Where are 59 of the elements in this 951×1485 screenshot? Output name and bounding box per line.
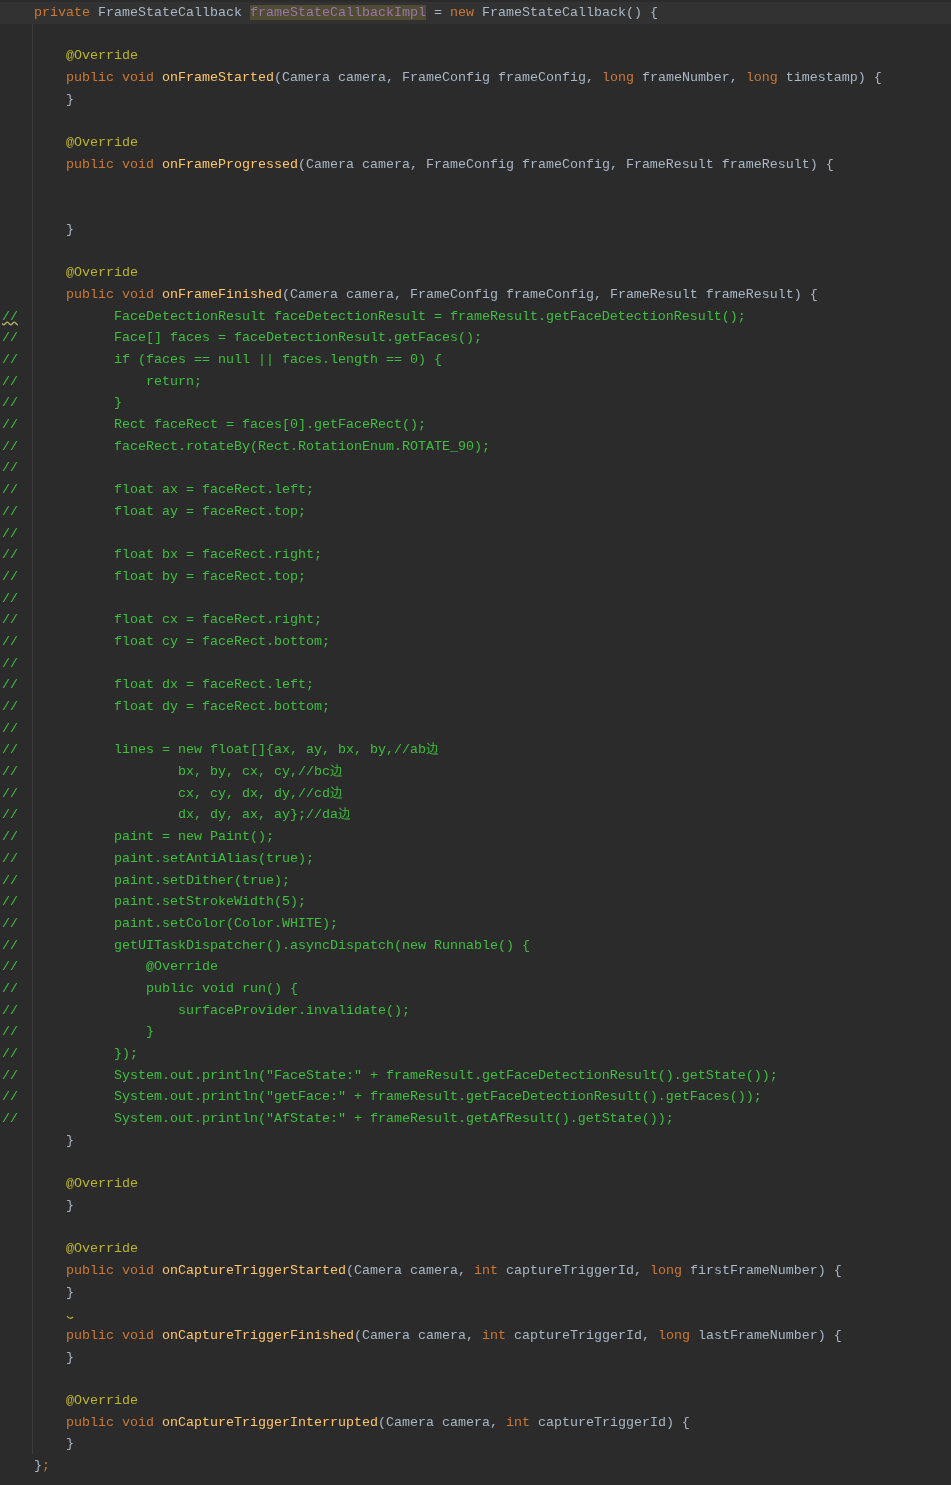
comment-line: // lines = new float[]{ax, ay, bx, by,//ab边 — [1, 741, 440, 760]
code-line: public void onCaptureTriggerFinished(Camera camera, int captureTriggerId, long lastFrameNumber) { — [65, 1326, 843, 1345]
code-line: @Override — [65, 47, 139, 66]
comment-line: // paint.setStrokeWidth(5); — [1, 893, 307, 912]
comment-line: // } — [1, 394, 123, 413]
comment-line: // Face[] faces = faceDetectionResult.getFaces(); — [1, 329, 483, 348]
comment-line: // System.out.println("getFace:" + frameResult.getFaceDetectionResult().getFaces()); — [1, 1088, 763, 1107]
code-line: } — [65, 1348, 75, 1367]
code-line: public void onFrameFinished(Camera camera, FrameConfig frameConfig, FrameResult frameResult) { — [65, 285, 819, 304]
code-line: @Override — [65, 1392, 139, 1410]
comment-line: // FaceDetectionResult faceDetectionResult = frameResult.getFaceDetectionResult(); — [1, 307, 747, 326]
fold-marker-icon — [66, 1315, 74, 1321]
code-line: } — [65, 90, 75, 109]
comment-line: // float ay = faceRect.top; — [1, 502, 307, 521]
comment-line: // float cx = faceRect.right; — [1, 611, 323, 630]
code-line: public void onCaptureTriggerStarted(Camera camera, int captureTriggerId, long firstFrameNumber) { — [65, 1261, 843, 1280]
code-line: }; — [33, 1457, 51, 1476]
comment-line: // }); — [1, 1045, 139, 1063]
comment-line: // float cy = faceRect.bottom; — [1, 632, 331, 651]
comment-line: // faceRect.rotateBy(Rect.RotationEnum.ROTATE_90); — [1, 437, 491, 456]
code-line: @Override — [65, 1240, 139, 1259]
code-line: public void onFrameProgressed(Camera camera, FrameConfig frameConfig, FrameResult frameResult) { — [65, 155, 835, 174]
comment-line: // float bx = faceRect.right; — [1, 546, 323, 565]
code-line: } — [65, 1196, 75, 1215]
comment-line: // — [1, 589, 19, 608]
comment-line: // } — [1, 1023, 155, 1042]
comment-line: // dx, dy, ax, ay};//da边 — [1, 806, 352, 825]
code-line: @Override — [65, 264, 139, 283]
comment-line: // float dy = faceRect.bottom; — [1, 698, 331, 716]
comment-line: // return; — [1, 372, 203, 391]
code-line: @Override — [65, 1175, 139, 1194]
comment-line: // getUITaskDispatcher().asyncDispatch(new Runnable() { — [1, 936, 531, 955]
comment-line: // — [1, 719, 19, 738]
comment-line: // float ax = faceRect.left; — [1, 481, 315, 500]
comment-line: // cx, cy, dx, dy,//cd边 — [1, 784, 344, 803]
code-line: } — [65, 220, 75, 239]
comment-line: // float by = faceRect.top; — [1, 567, 307, 586]
comment-line: // System.out.println("FaceState:" + frameResult.getFaceDetectionResult().getState()); — [1, 1066, 779, 1085]
comment-line: // @Override — [1, 958, 219, 977]
comment-line: // surfaceProvider.invalidate(); — [1, 1001, 411, 1020]
comment-line: // paint.setDither(true); — [1, 871, 291, 890]
comment-line: // bx, by, cx, cy,//bc边 — [1, 763, 344, 782]
code-line: @Override — [65, 134, 139, 153]
comment-line: // — [1, 459, 19, 478]
comment-line: // if (faces == null || faces.length == 0) { — [1, 351, 443, 369]
comment-line: // — [1, 524, 19, 543]
comment-line: // paint.setColor(Color.WHITE); — [1, 914, 339, 933]
comment-line: // float dx = faceRect.left; — [1, 676, 315, 695]
comment-line: // Rect faceRect = faces[0].getFaceRect(); — [1, 416, 427, 435]
comment-line: // paint = new Paint(); — [1, 828, 275, 847]
code-line: } — [65, 1283, 75, 1302]
comment-line: // System.out.println("AfState:" + frameResult.getAfResult().getState()); — [1, 1110, 675, 1129]
code-line: } — [65, 1435, 75, 1454]
comment-line: // public void run() { — [1, 979, 299, 998]
code-line: public void onFrameStarted(Camera camera, FrameConfig frameConfig, long frameNumber, long timestamp) { — [65, 69, 883, 88]
code-line: } — [65, 1131, 75, 1150]
comment-line: // paint.setAntiAlias(true); — [1, 849, 315, 868]
comment-line: // — [1, 654, 19, 673]
code-line: public void onCaptureTriggerInterrupted(Camera camera, int captureTriggerId) { — [65, 1413, 691, 1432]
